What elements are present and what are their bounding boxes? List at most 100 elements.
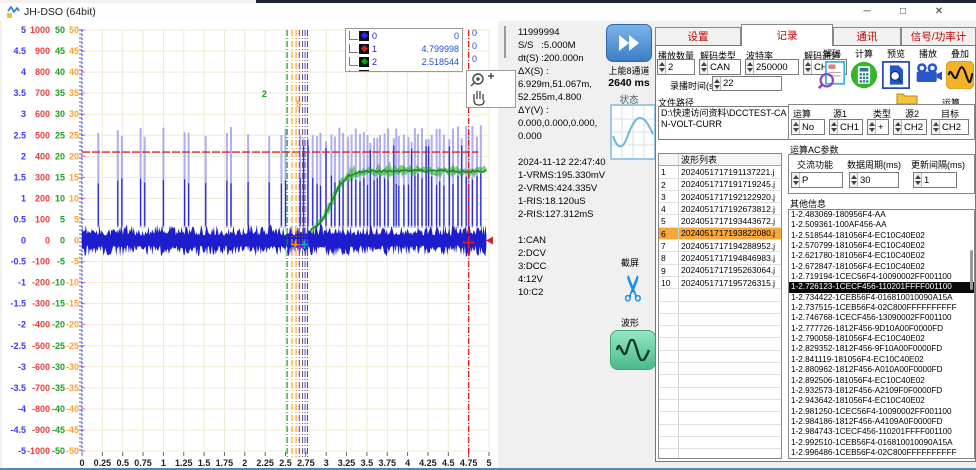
field-4-stepper[interactable]: [804, 60, 812, 74]
tab-4[interactable]: 信号/功率计: [901, 27, 976, 46]
record-time-field[interactable]: 22: [712, 76, 782, 91]
can-frame-row[interactable]: 1-2.672847-181056F4-EC10C40E02: [789, 262, 974, 272]
operation-field-4[interactable]: CH2: [893, 119, 927, 135]
can-frame-row[interactable]: 1-2.841119-181056F4-EC10C40E02: [789, 355, 974, 365]
waveform-file-row[interactable]: [659, 449, 781, 459]
can-frame-row[interactable]: 1-2.719194-1CEC56F4-10090002FF001100: [789, 272, 974, 282]
operation-field-5-stepper[interactable]: [932, 120, 940, 134]
chart-legend[interactable]: 0014.79999822.518544: [345, 28, 463, 72]
waveform-plot[interactable]: 54.543.532.521.510.50-0.5-1-1.5-2-2.5-3-…: [2, 20, 498, 468]
waveform-file-row[interactable]: 102024051717195726315.j: [659, 277, 781, 289]
field-3[interactable]: 250000: [745, 59, 799, 75]
waveform-file-row[interactable]: [659, 289, 781, 301]
waveform-file-row[interactable]: [659, 302, 781, 314]
waveform-file-row[interactable]: 22024051717191719245.j: [659, 179, 781, 191]
can-frame-row[interactable]: 1-2.621780-181056F4-EC10C40E02: [789, 251, 974, 261]
can-frame-row[interactable]: 1-2.892506-181056F4-EC10C40E02: [789, 376, 974, 386]
operation-field-3[interactable]: +: [867, 119, 889, 135]
waveform-file-row[interactable]: 62024051717193822080.j: [659, 228, 781, 240]
waveform-file-table[interactable]: 波形列表12024051717191137221.j22024051717191…: [658, 153, 782, 459]
can-frame-row[interactable]: 1-2.570799-181056F4-EC10C40E02: [789, 241, 974, 251]
can-frame-row[interactable]: 1-2.483069-180956F4-AA: [789, 210, 974, 220]
tab-3[interactable]: 通讯: [833, 27, 901, 46]
waveform-file-row[interactable]: [659, 412, 781, 424]
tab-2[interactable]: 记录: [741, 24, 833, 46]
waveform-file-row[interactable]: [659, 437, 781, 449]
field-1-stepper[interactable]: [658, 60, 666, 74]
preview-button[interactable]: 预览: [882, 47, 910, 91]
waveform-file-row[interactable]: [659, 314, 781, 326]
can-frame-row[interactable]: 1-2.790058-181056F4-EC10C40E02: [789, 334, 974, 344]
can-frame-row[interactable]: 1-2.777726-1812F456-9D10A00F0000FD: [789, 324, 974, 334]
ac-param-field-1[interactable]: P: [791, 172, 843, 188]
can-frame-row[interactable]: 1-2.880962-1812F456-A010A00F0000FD: [789, 365, 974, 375]
can-frame-row[interactable]: 1-2.746768-1CECF456-13090002FF001100: [789, 313, 974, 323]
waveform-file-row[interactable]: [659, 351, 781, 363]
waveform-file-row[interactable]: [659, 363, 781, 375]
ac-param-field-3[interactable]: 1: [913, 172, 957, 188]
screenshot-button[interactable]: ✂: [612, 264, 656, 312]
operation-field-4-stepper[interactable]: [894, 120, 902, 134]
waveform-file-row[interactable]: 52024051717193443672.j: [659, 215, 781, 227]
fast-forward-button[interactable]: [606, 24, 652, 62]
can-frame-row[interactable]: 1-2.984186-1812F456-A4109A0F0000FD: [789, 417, 974, 427]
waveform-file-row[interactable]: 72024051717194288952.j: [659, 240, 781, 252]
chart-zoom-toolbar[interactable]: [466, 70, 516, 108]
ac-param-field-1-stepper[interactable]: [792, 173, 800, 187]
close-button[interactable]: ✕: [924, 4, 954, 20]
waveform-file-row[interactable]: [659, 338, 781, 350]
can-frame-row[interactable]: 1-2.518544-181056F4-EC10C40E02: [789, 231, 974, 241]
operation-field-1[interactable]: No: [791, 119, 825, 135]
calculator-button[interactable]: 计算: [850, 47, 878, 91]
operation-field-1-stepper[interactable]: [792, 120, 800, 134]
field-2-stepper[interactable]: [700, 60, 708, 74]
operation-field-2[interactable]: CH1: [829, 119, 863, 135]
field-3-stepper[interactable]: [746, 60, 754, 74]
legend-row[interactable]: 00: [346, 29, 462, 42]
minimize-button[interactable]: ─: [852, 4, 882, 20]
can-frame-row[interactable]: 1-2.734422-1CEB56F4-016810010090A15A: [789, 293, 974, 303]
can-frame-row[interactable]: 1-2.943642-181056F4-EC10C40E02: [789, 396, 974, 406]
field-2[interactable]: CAN: [699, 59, 741, 75]
decode-button[interactable]: 解码: [818, 47, 846, 91]
ac-param-field-2[interactable]: 30: [849, 172, 899, 188]
can-frame-row[interactable]: 1-2.829352-1812F456-9F10A00F0000FD: [789, 344, 974, 354]
titlebar[interactable]: JH-DSO (64bit) ─ □ ✕: [0, 3, 976, 21]
file-path-field[interactable]: D:\快速访问资料\DCCTEST-CAN-VOLT-CURR: [658, 106, 790, 140]
oscilloscope-chart[interactable]: 54.543.532.521.510.50-0.5-1-1.5-2-2.5-3-…: [2, 20, 498, 468]
can-frame-row[interactable]: 1-2.981250-1CEC56F4-10090002FF001100: [789, 407, 974, 417]
waveform-file-row[interactable]: 92024051717195263064.j: [659, 265, 781, 277]
can-frame-row[interactable]: 1-2.992510-1CEB56F4-016810010090A15A: [789, 438, 974, 448]
operation-field-2-stepper[interactable]: [830, 120, 838, 134]
legend-row[interactable]: 22.518544: [346, 55, 462, 68]
legend-row[interactable]: 14.799998: [346, 42, 462, 55]
field-1[interactable]: 2: [657, 59, 695, 75]
operation-field-3-stepper[interactable]: [868, 120, 876, 134]
record-time-stepper[interactable]: [713, 77, 721, 90]
waveform-file-row[interactable]: 32024051717192122920.j: [659, 191, 781, 203]
operation-field-5[interactable]: CH2: [931, 119, 969, 135]
list-scrollbar[interactable]: [970, 250, 973, 290]
waveform-file-row[interactable]: [659, 425, 781, 437]
maximize-button[interactable]: □: [888, 4, 918, 20]
can-frame-row[interactable]: 1-2.726123-1CECF456-110201FFFF001100: [789, 282, 974, 292]
waveform-button[interactable]: [610, 330, 656, 370]
waveform-file-row[interactable]: 82024051717194846983.j: [659, 252, 781, 264]
play-button[interactable]: 播放: [914, 47, 942, 91]
can-frame-row[interactable]: 1-2.737515-1CEB56F4-02C800FFFFFFFFFF: [789, 303, 974, 313]
waveform-file-row[interactable]: 12024051717191137221.j: [659, 166, 781, 178]
can-frame-row[interactable]: 1-2.932573-1812F456-A2109F0F0000FD: [789, 386, 974, 396]
waveform-file-row[interactable]: [659, 388, 781, 400]
waveform-file-row[interactable]: [659, 326, 781, 338]
chart-scrollbar[interactable]: [504, 26, 506, 58]
ac-param-field-3-stepper[interactable]: [914, 173, 922, 187]
overlay-button[interactable]: 叠加: [946, 47, 974, 91]
can-frame-row[interactable]: 1-2.509361-100AF456-AA: [789, 220, 974, 230]
ac-param-field-2-stepper[interactable]: [850, 173, 858, 187]
tab-1[interactable]: 设置: [655, 27, 741, 46]
can-frame-list[interactable]: 1-2.483069-180956F4-AA1-2.509361-100AF45…: [788, 209, 975, 459]
can-frame-row[interactable]: 1-2.984743-1CECF456-110201FFFF001100: [789, 427, 974, 437]
waveform-file-row[interactable]: 42024051717192673812.j: [659, 203, 781, 215]
waveform-file-row[interactable]: [659, 375, 781, 387]
can-frame-row[interactable]: 1-2.996486-1CEB56F4-02C800FFFFFFFFFF: [789, 448, 974, 458]
